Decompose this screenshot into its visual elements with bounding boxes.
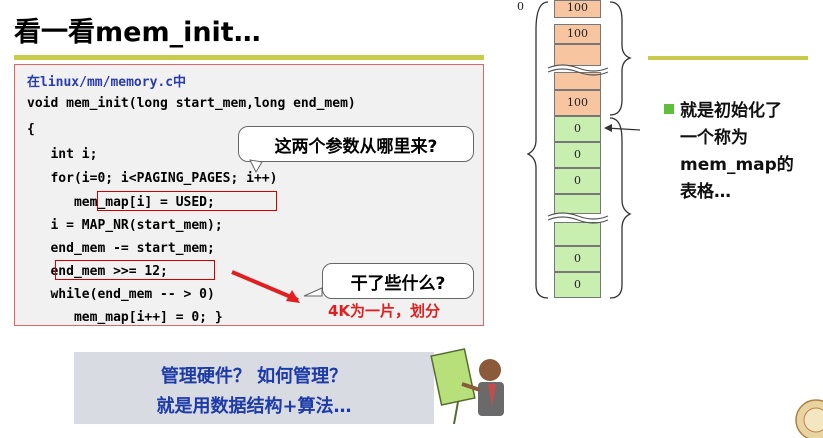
summary-line: 就是用数据结构+算法… [156, 396, 352, 417]
red-annotation: 4K为一片，划分 [328, 302, 441, 320]
logo-corner [795, 399, 823, 438]
explanation-bullet: 就是初始化了 一个称为 mem_map的 表格… [664, 98, 823, 206]
what-callout-tail [303, 287, 323, 297]
mem-break-marks [547, 64, 609, 224]
bullet-line: 表格… [680, 182, 731, 202]
red-arrow [231, 270, 299, 302]
bullet-line: mem_map的 [680, 155, 794, 175]
summary-box: 管理硬件？ 如何管理？ 就是用数据结构+算法… [74, 352, 434, 424]
brace-free [609, 117, 632, 299]
summary-line: 管理硬件？ 如何管理？ [160, 366, 348, 387]
params-callout-tail [249, 159, 263, 174]
bullet-line: 就是初始化了 [680, 101, 782, 121]
brace-left [526, 1, 549, 299]
address-zero-label: 0 [517, 0, 524, 13]
presenter-clipart [430, 348, 504, 425]
bullet-line: 一个称为 [680, 128, 748, 148]
brace-used [609, 1, 632, 116]
bullet-square-icon [664, 104, 674, 114]
